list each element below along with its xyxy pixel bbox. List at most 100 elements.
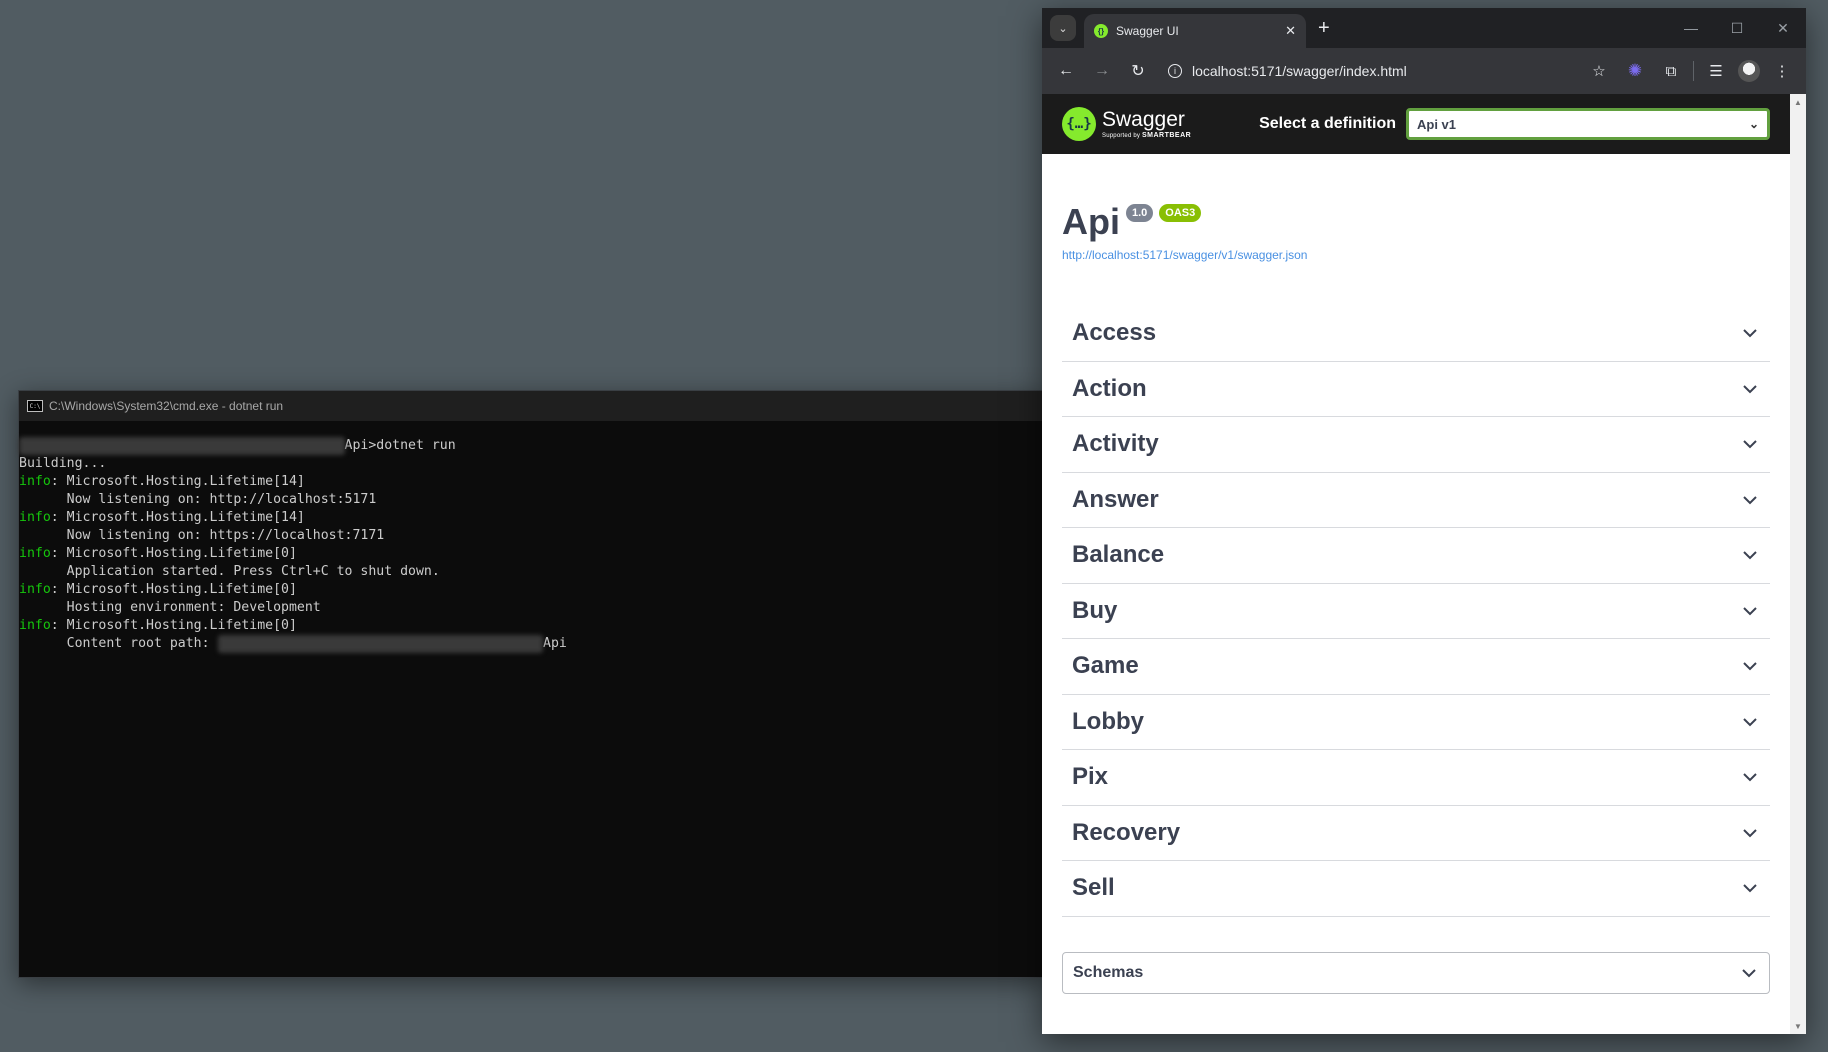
cmd-window-title: C:\Windows\System32\cmd.exe - dotnet run (49, 399, 284, 413)
chevron-down-icon[interactable] (1740, 434, 1760, 454)
console-line: Content root path: D:\Clients\Redacted\P… (19, 635, 1047, 653)
tag-section-access[interactable]: Access (1062, 306, 1770, 362)
minimize-icon[interactable]: — (1668, 20, 1714, 36)
tag-section-game[interactable]: Game (1062, 639, 1770, 695)
log-level-info: info (19, 618, 51, 633)
tag-section-recovery[interactable]: Recovery (1062, 806, 1770, 861)
tag-title: Sell (1072, 874, 1115, 902)
browser-toolbar: ← → ↻ i localhost:5171/swagger/index.htm… (1042, 48, 1806, 94)
console-text: Api>dotnet run (344, 438, 456, 453)
tag-title: Recovery (1072, 818, 1181, 846)
console-text: Api (543, 636, 567, 651)
swagger-logo-name: Swagger (1102, 108, 1185, 131)
console-text: : Microsoft.Hosting.Lifetime[0] (50, 546, 297, 561)
definition-value: Api v1 (1417, 116, 1457, 132)
spec-url-link[interactable]: http://localhost:5171/swagger/v1/swagger… (1062, 248, 1770, 262)
swagger-main: Api 1.0 OAS3 http://localhost:5171/swagg… (1042, 154, 1790, 994)
api-info: Api 1.0 OAS3 http://localhost:5171/swagg… (1062, 154, 1770, 263)
site-info-icon[interactable]: i (1168, 64, 1182, 78)
console-line: Now listening on: http://localhost:5171 (19, 491, 1047, 509)
chevron-down-icon[interactable] (1740, 545, 1760, 565)
chevron-down-icon[interactable] (1740, 490, 1760, 510)
console-text: Hosting environment: Development (19, 600, 321, 615)
address-bar[interactable]: i localhost:5171/swagger/index.html (1160, 54, 1577, 88)
new-tab-icon[interactable]: + (1318, 17, 1330, 40)
console-line: Building... (19, 455, 1047, 473)
media-controls-icon[interactable]: ☰ (1702, 57, 1730, 85)
tag-section-lobby[interactable]: Lobby (1062, 695, 1770, 750)
cmd-app-icon: C:\ (27, 400, 43, 412)
page-viewport[interactable]: {…} Swagger Supported by SMARTBEAR Selec… (1042, 94, 1806, 1034)
back-icon[interactable]: ← (1052, 57, 1080, 85)
address-url[interactable]: localhost:5171/swagger/index.html (1192, 63, 1407, 79)
oas-badge: OAS3 (1159, 204, 1202, 222)
chevron-down-icon[interactable] (1740, 601, 1760, 621)
chevron-down-icon[interactable] (1740, 323, 1760, 343)
toolbar-divider (1693, 61, 1694, 81)
tab-search-icon[interactable]: ⌄ (1050, 15, 1076, 41)
log-level-info: info (19, 474, 51, 489)
tag-title: Lobby (1072, 707, 1144, 735)
forward-icon[interactable]: → (1088, 57, 1116, 85)
scroll-up-icon[interactable]: ▲ (1790, 94, 1806, 110)
tab-close-icon[interactable]: ✕ (1285, 23, 1296, 39)
console-line: info: Microsoft.Hosting.Lifetime[14] (19, 473, 1047, 491)
definition-label: Select a definition (1259, 115, 1396, 132)
swagger-favicon-icon: {} (1094, 24, 1108, 38)
console-text: : Microsoft.Hosting.Lifetime[14] (50, 474, 305, 489)
redacted-path: D:\Clients\Redacted\Projects\Application… (19, 437, 345, 455)
maximize-icon[interactable]: ☐ (1714, 20, 1760, 37)
chevron-down-icon[interactable] (1740, 767, 1760, 787)
cmd-titlebar[interactable]: C:\ C:\Windows\System32\cmd.exe - dotnet… (19, 391, 1047, 421)
log-level-info: info (19, 510, 51, 525)
chevron-down-icon[interactable] (1740, 656, 1760, 676)
tag-section-buy[interactable]: Buy (1062, 584, 1770, 639)
redacted-path: D:\Clients\Redacted\Projects\Application… (217, 635, 544, 653)
extension-gear-icon[interactable]: ✺ (1621, 57, 1649, 85)
console-text: Now listening on: http://localhost:5171 (19, 492, 377, 507)
tag-section-action[interactable]: Action (1062, 362, 1770, 417)
chevron-down-icon[interactable] (1740, 712, 1760, 732)
tab-strip: ⌄ {} Swagger UI ✕ + — ☐ ✕ (1042, 8, 1806, 48)
close-window-icon[interactable]: ✕ (1760, 20, 1806, 37)
api-title: Api (1062, 201, 1120, 242)
profile-avatar[interactable] (1738, 60, 1760, 82)
tag-title: Balance (1072, 541, 1165, 569)
reload-icon[interactable]: ↻ (1124, 57, 1152, 85)
chevron-down-icon[interactable] (1740, 823, 1760, 843)
tag-title: Buy (1072, 596, 1118, 624)
tag-section-pix[interactable]: Pix (1062, 750, 1770, 806)
schemas-section[interactable]: Schemas (1062, 951, 1770, 994)
bookmark-star-icon[interactable]: ☆ (1585, 57, 1613, 85)
definition-selector: Select a definition Api v1 ⌄ (1259, 108, 1770, 140)
definition-select[interactable]: Api v1 ⌄ (1406, 108, 1770, 140)
tag-section-activity[interactable]: Activity (1062, 417, 1770, 473)
console-line: Hosting environment: Development (19, 599, 1047, 617)
chevron-down-icon (1739, 963, 1759, 983)
console-line: info: Microsoft.Hosting.Lifetime[0] (19, 617, 1047, 635)
chevron-down-icon[interactable] (1740, 878, 1760, 898)
browser-menu-icon[interactable]: ⋮ (1768, 57, 1796, 85)
console-text: : Microsoft.Hosting.Lifetime[14] (50, 510, 305, 525)
swagger-logo-subtitle: Supported by SMARTBEAR (1102, 132, 1192, 139)
page-scrollbar[interactable]: ▲ ▼ (1790, 94, 1806, 1034)
tag-section-balance[interactable]: Balance (1062, 528, 1770, 584)
console-line: Now listening on: https://localhost:7171 (19, 527, 1047, 545)
cmd-console-output[interactable]: D:\Clients\Redacted\Projects\Application… (19, 421, 1047, 653)
cmd-window[interactable]: C:\ C:\Windows\System32\cmd.exe - dotnet… (18, 390, 1048, 978)
tag-title: Game (1072, 652, 1139, 680)
scroll-down-icon[interactable]: ▼ (1790, 1018, 1806, 1034)
swagger-logo-icon: {…} (1062, 107, 1096, 141)
chevron-down-icon[interactable] (1740, 379, 1760, 399)
console-text: : Microsoft.Hosting.Lifetime[0] (50, 582, 297, 597)
tag-section-answer[interactable]: Answer (1062, 473, 1770, 528)
extensions-puzzle-icon[interactable]: ⧉ (1657, 57, 1685, 85)
tab-swagger-ui[interactable]: {} Swagger UI ✕ (1084, 14, 1306, 48)
swagger-logo[interactable]: {…} Swagger Supported by SMARTBEAR (1062, 107, 1191, 141)
browser-window[interactable]: ⌄ {} Swagger UI ✕ + — ☐ ✕ ← → ↻ i localh… (1042, 8, 1806, 1034)
console-line: info: Microsoft.Hosting.Lifetime[0] (19, 545, 1047, 563)
tag-title: Pix (1072, 763, 1109, 791)
console-line: Application started. Press Ctrl+C to shu… (19, 563, 1047, 581)
tag-section-sell[interactable]: Sell (1062, 861, 1770, 917)
console-line: info: Microsoft.Hosting.Lifetime[0] (19, 581, 1047, 599)
